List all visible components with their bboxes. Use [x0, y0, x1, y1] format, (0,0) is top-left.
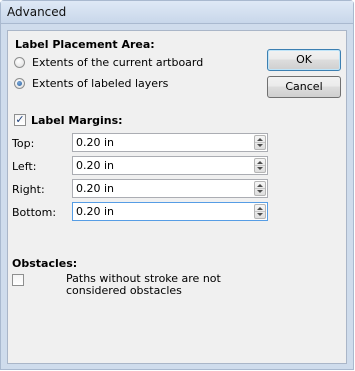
label-margins-toggle[interactable]: ✓ Label Margins:: [14, 113, 214, 129]
right-input[interactable]: [73, 180, 246, 197]
left-label: Left:: [12, 160, 37, 173]
spin-down-icon[interactable]: [257, 190, 263, 193]
left-spinner[interactable]: [254, 158, 266, 173]
radio-artboard-button[interactable]: [14, 57, 25, 68]
cancel-button[interactable]: Cancel: [267, 76, 341, 98]
bottom-spinner[interactable]: [254, 204, 266, 219]
right-spinner[interactable]: [254, 181, 266, 196]
radio-artboard-label: Extents of the current artboard: [32, 56, 204, 69]
radio-labeled-layers-label: Extents of labeled layers: [32, 77, 169, 90]
top-input[interactable]: [73, 134, 246, 151]
radio-labeled-layers-button[interactable]: [14, 78, 25, 89]
spin-up-icon[interactable]: [257, 184, 263, 187]
dialog-body: Label Placement Area: Extents of the cur…: [7, 30, 347, 364]
top-field[interactable]: [72, 133, 268, 152]
bottom-field[interactable]: [72, 202, 268, 221]
spin-up-icon[interactable]: [257, 207, 263, 210]
right-field[interactable]: [72, 179, 268, 198]
label-margins-checkbox[interactable]: ✓: [14, 114, 26, 126]
spin-down-icon[interactable]: [257, 144, 263, 147]
ok-button[interactable]: OK: [267, 49, 341, 71]
spin-down-icon[interactable]: [257, 213, 263, 216]
top-label: Top:: [12, 137, 35, 150]
label-margins-heading: Label Margins:: [31, 114, 123, 127]
obstacles-option-label: Paths without stroke are not considered …: [66, 272, 221, 297]
obstacles-heading: Obstacles:: [12, 257, 78, 270]
bottom-label: Bottom:: [12, 206, 57, 219]
radio-artboard[interactable]: Extents of the current artboard: [14, 55, 254, 71]
spin-up-icon[interactable]: [257, 138, 263, 141]
spin-down-icon[interactable]: [257, 167, 263, 170]
placement-heading: Label Placement Area:: [15, 38, 155, 51]
left-input[interactable]: [73, 157, 246, 174]
radio-labeled-layers[interactable]: Extents of labeled layers: [14, 76, 254, 92]
title-bar[interactable]: Advanced: [1, 1, 353, 24]
spin-up-icon[interactable]: [257, 161, 263, 164]
obstacles-checkbox[interactable]: [12, 274, 24, 286]
window-title: Advanced: [7, 5, 67, 19]
obstacles-option[interactable]: Paths without stroke are not considered …: [12, 273, 272, 303]
advanced-dialog: Advanced Label Placement Area: Extents o…: [0, 0, 354, 370]
left-field[interactable]: [72, 156, 268, 175]
bottom-input[interactable]: [73, 203, 246, 220]
top-spinner[interactable]: [254, 135, 266, 150]
right-label: Right:: [12, 183, 45, 196]
